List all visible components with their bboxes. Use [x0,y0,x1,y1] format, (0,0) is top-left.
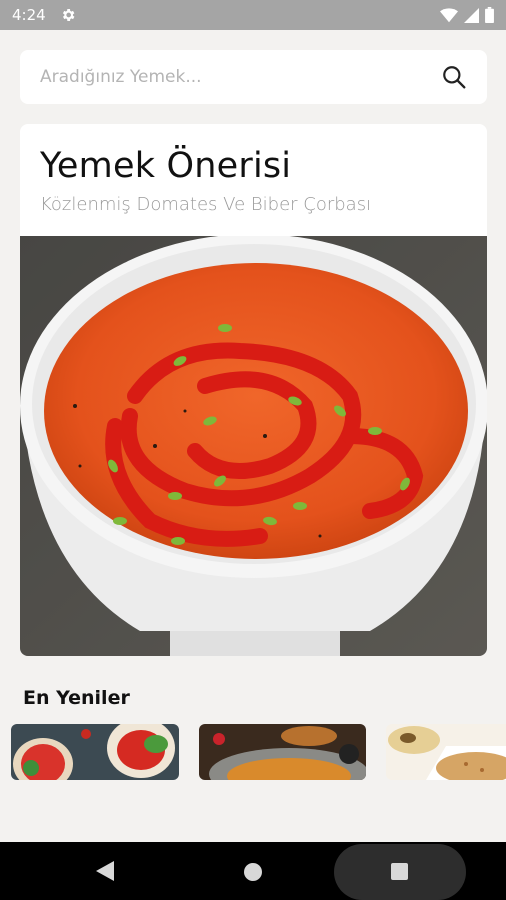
signal-icon [464,7,479,23]
navigation-bar [0,842,506,900]
home-icon[interactable] [244,863,262,881]
dish-image[interactable] [20,236,487,656]
dish-name: Közlenmiş Domates Ve Biber Çorbası [40,194,372,215]
battery-icon [485,7,494,23]
status-time: 4:24 [12,6,46,24]
gear-icon [62,9,75,21]
latest-item-lentil-soup[interactable] [199,724,366,780]
back-icon[interactable] [96,860,116,882]
bruschetta-image [11,724,179,780]
search-icon[interactable] [441,64,467,90]
status-icons [440,7,494,23]
suggestion-card[interactable]: Yemek Önerisi Közlenmiş Domates Ve Biber… [20,124,487,656]
bulgur-pilaf-image [386,724,506,780]
lentil-soup-image [199,724,366,780]
wifi-icon [440,7,458,22]
card-title: Yemek Önerisi [40,146,292,186]
latest-item-bulgur-pilaf[interactable] [386,724,506,780]
search-placeholder: Aradığınız Yemek... [40,67,202,87]
latest-section-title: En Yeniler [23,687,130,709]
status-bar: 4:24 [0,0,506,30]
search-input[interactable]: Aradığınız Yemek... [20,50,487,104]
latest-item-bruschetta[interactable] [11,724,179,780]
recents-icon[interactable] [391,863,408,880]
